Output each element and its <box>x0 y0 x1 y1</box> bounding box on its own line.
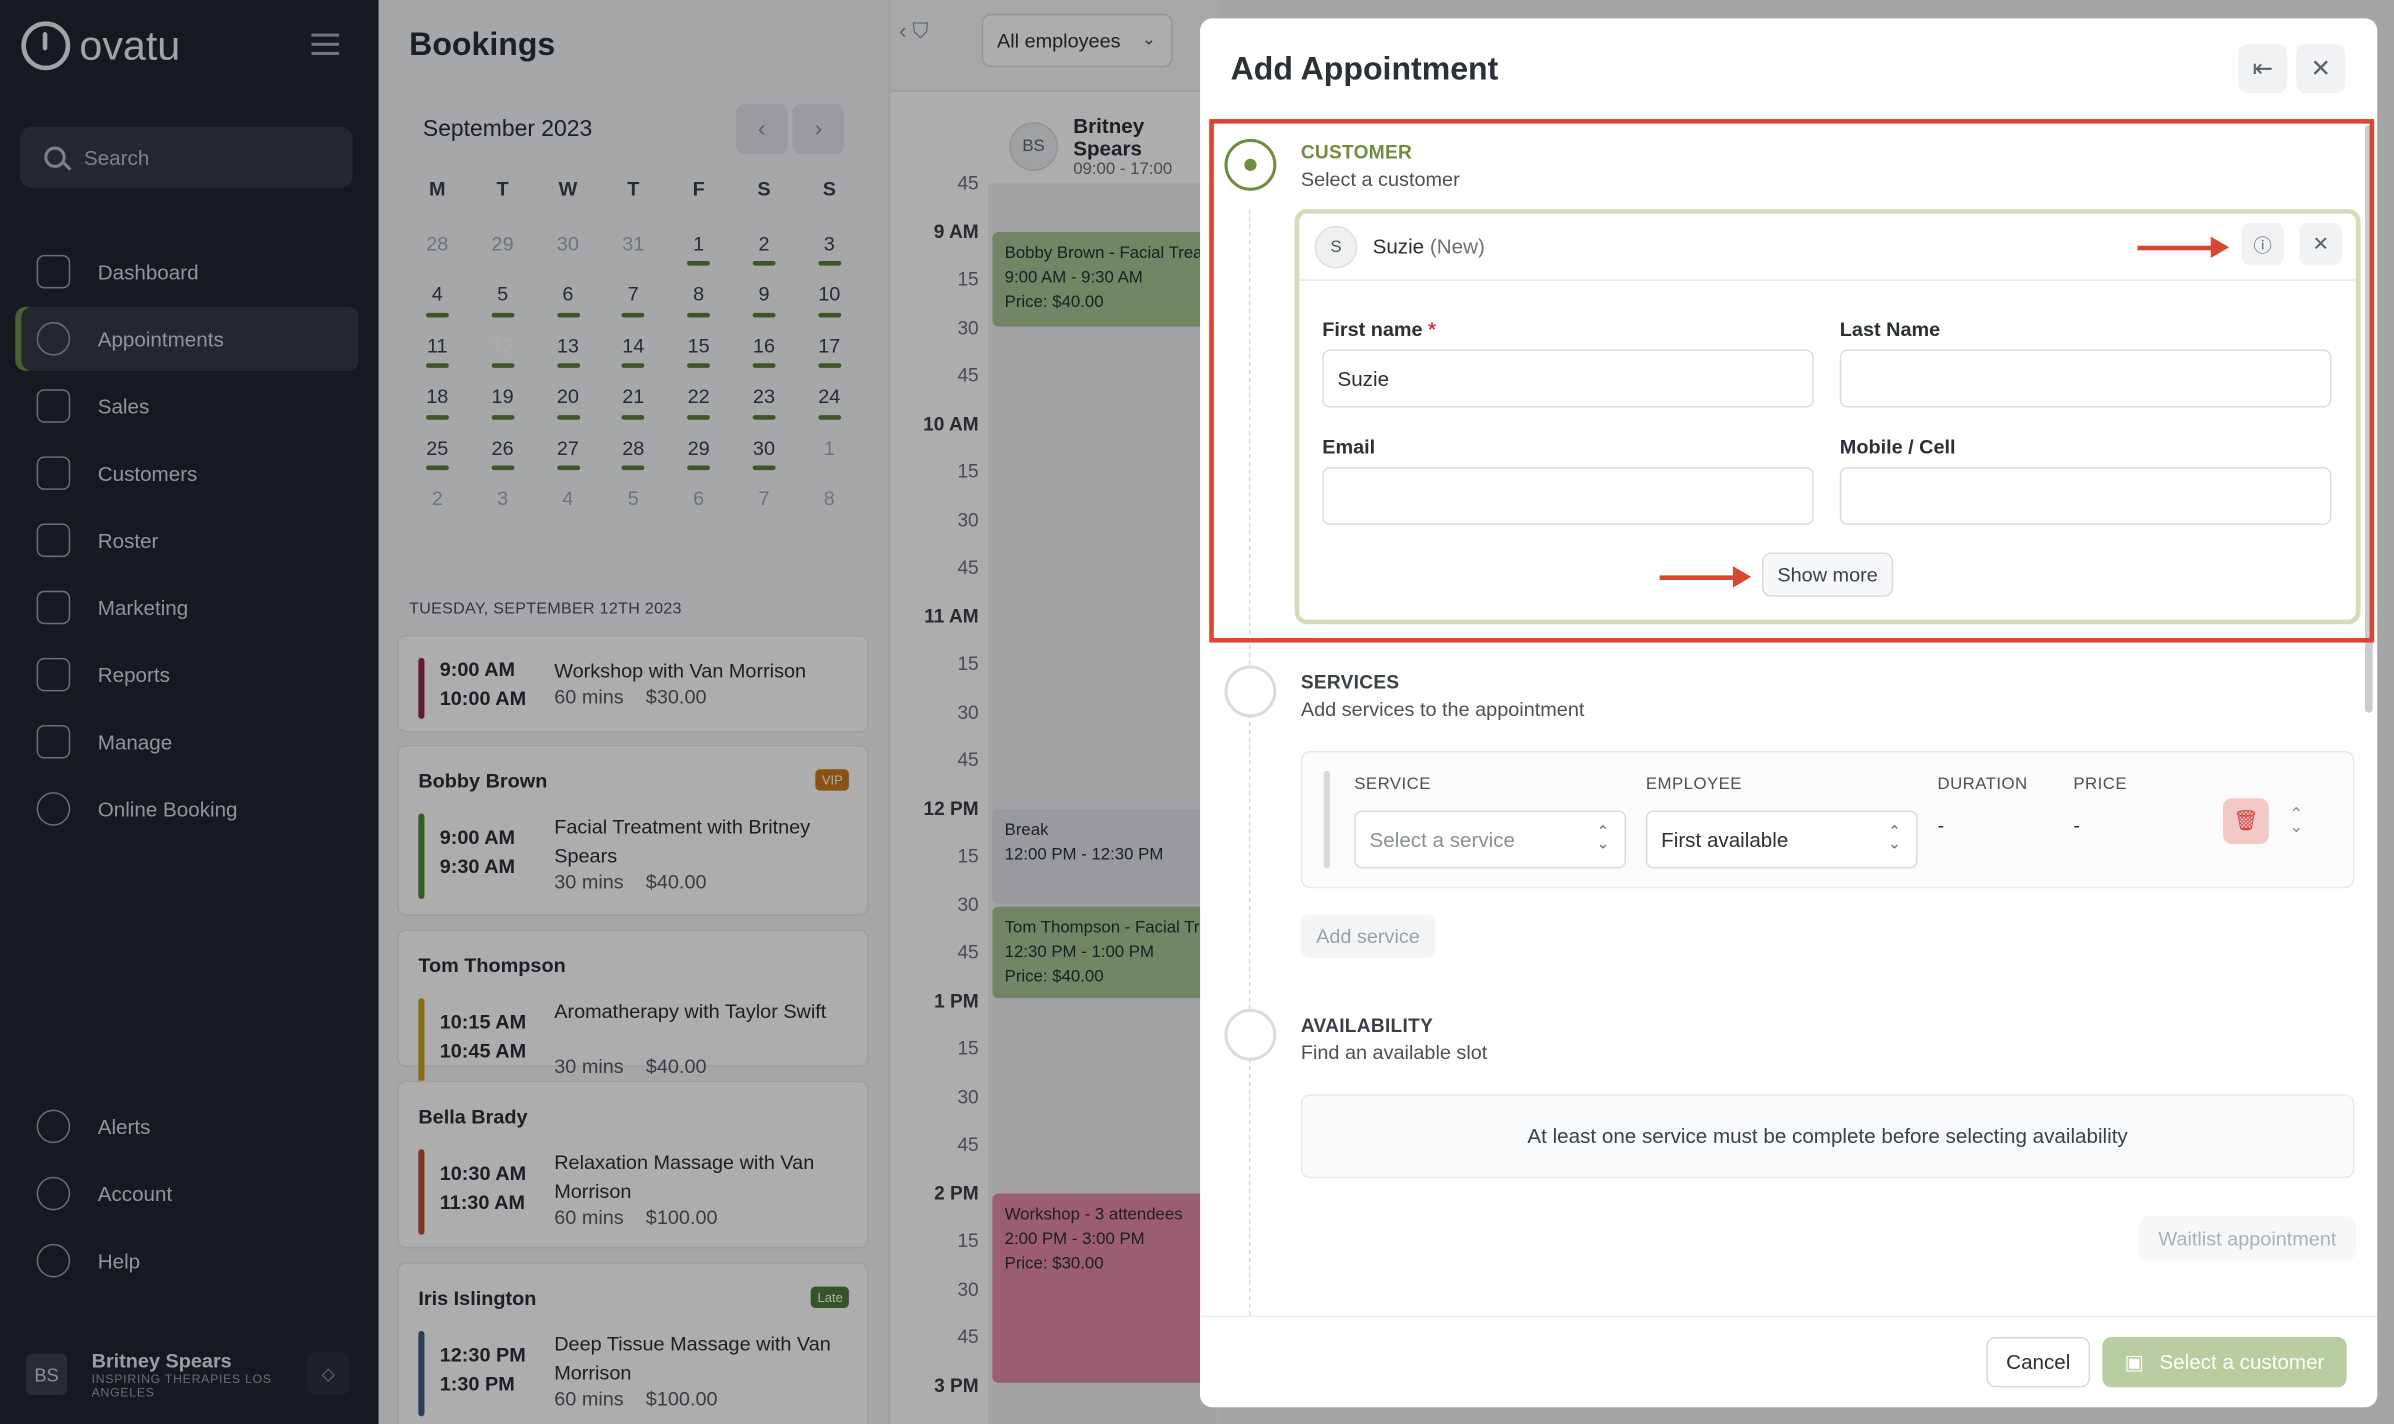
trash-icon: 🗑 <box>2233 808 2259 832</box>
expand-service-button[interactable]: ⌃ ⌄ <box>2273 798 2319 844</box>
select-customer-button[interactable]: ▣ Select a customer <box>2102 1337 2347 1388</box>
chevron-updown-icon: ⌃ ⌄ <box>1888 824 1901 854</box>
employee-select-value: First available <box>1661 827 1789 851</box>
highlight-annotation-box <box>1209 119 2375 643</box>
waitlist-button[interactable]: Waitlist appointment <box>2139 1216 2356 1261</box>
annotation-arrow <box>1659 567 1752 586</box>
save-icon: ▣ <box>2124 1349 2145 1373</box>
delete-service-button[interactable]: 🗑 <box>2223 798 2269 845</box>
add-appointment-modal: Add Appointment ⇤ ✕ CUSTOMER Select a cu… <box>1200 18 2378 1408</box>
modal-title: Add Appointment <box>1230 51 1499 87</box>
service-column-header: SERVICE <box>1354 775 1431 794</box>
select-customer-label: Select a customer <box>2159 1350 2325 1374</box>
dock-icon: ⇤ <box>2252 56 2273 83</box>
add-service-button[interactable]: Add service <box>1300 914 1436 959</box>
service-select[interactable]: Select a service ⌃ ⌄ <box>1354 810 1627 869</box>
dock-panel-button[interactable]: ⇤ <box>2238 44 2288 94</box>
employee-column-header: EMPLOYEE <box>1645 775 1742 794</box>
close-button[interactable]: ✕ <box>2296 44 2346 94</box>
step-sub-availability: Find an available slot <box>1300 1040 1488 1064</box>
service-row-strip <box>1323 770 1330 869</box>
step-title-services: SERVICES <box>1300 671 1400 693</box>
chevron-updown-icon: ⌃ ⌄ <box>1596 824 1610 854</box>
step-sub-services: Add services to the appointment <box>1300 697 1585 721</box>
duration-column-header: DURATION <box>1937 775 2028 794</box>
cancel-button[interactable]: Cancel <box>1986 1337 2091 1388</box>
close-icon: ✕ <box>2310 56 2331 83</box>
service-select-placeholder: Select a service <box>1369 827 1516 851</box>
availability-notice: At least one service must be complete be… <box>1300 1094 2355 1179</box>
chevron-updown-icon: ⌃ ⌄ <box>2289 805 2304 837</box>
step-title-availability: AVAILABILITY <box>1300 1014 1434 1037</box>
employee-select[interactable]: First available ⌃ ⌄ <box>1645 810 1918 869</box>
duration-value: - <box>1937 813 1945 837</box>
step-indicator-availability <box>1224 1008 1277 1061</box>
price-column-header: PRICE <box>2073 775 2128 794</box>
price-value: - <box>2073 813 2081 837</box>
step-indicator-services <box>1224 665 1277 718</box>
annotation-arrow <box>2137 238 2230 256</box>
service-row: SERVICE EMPLOYEE DURATION PRICE Select a… <box>1300 750 2355 889</box>
modal-footer: Cancel ▣ Select a customer <box>1200 1315 2378 1408</box>
